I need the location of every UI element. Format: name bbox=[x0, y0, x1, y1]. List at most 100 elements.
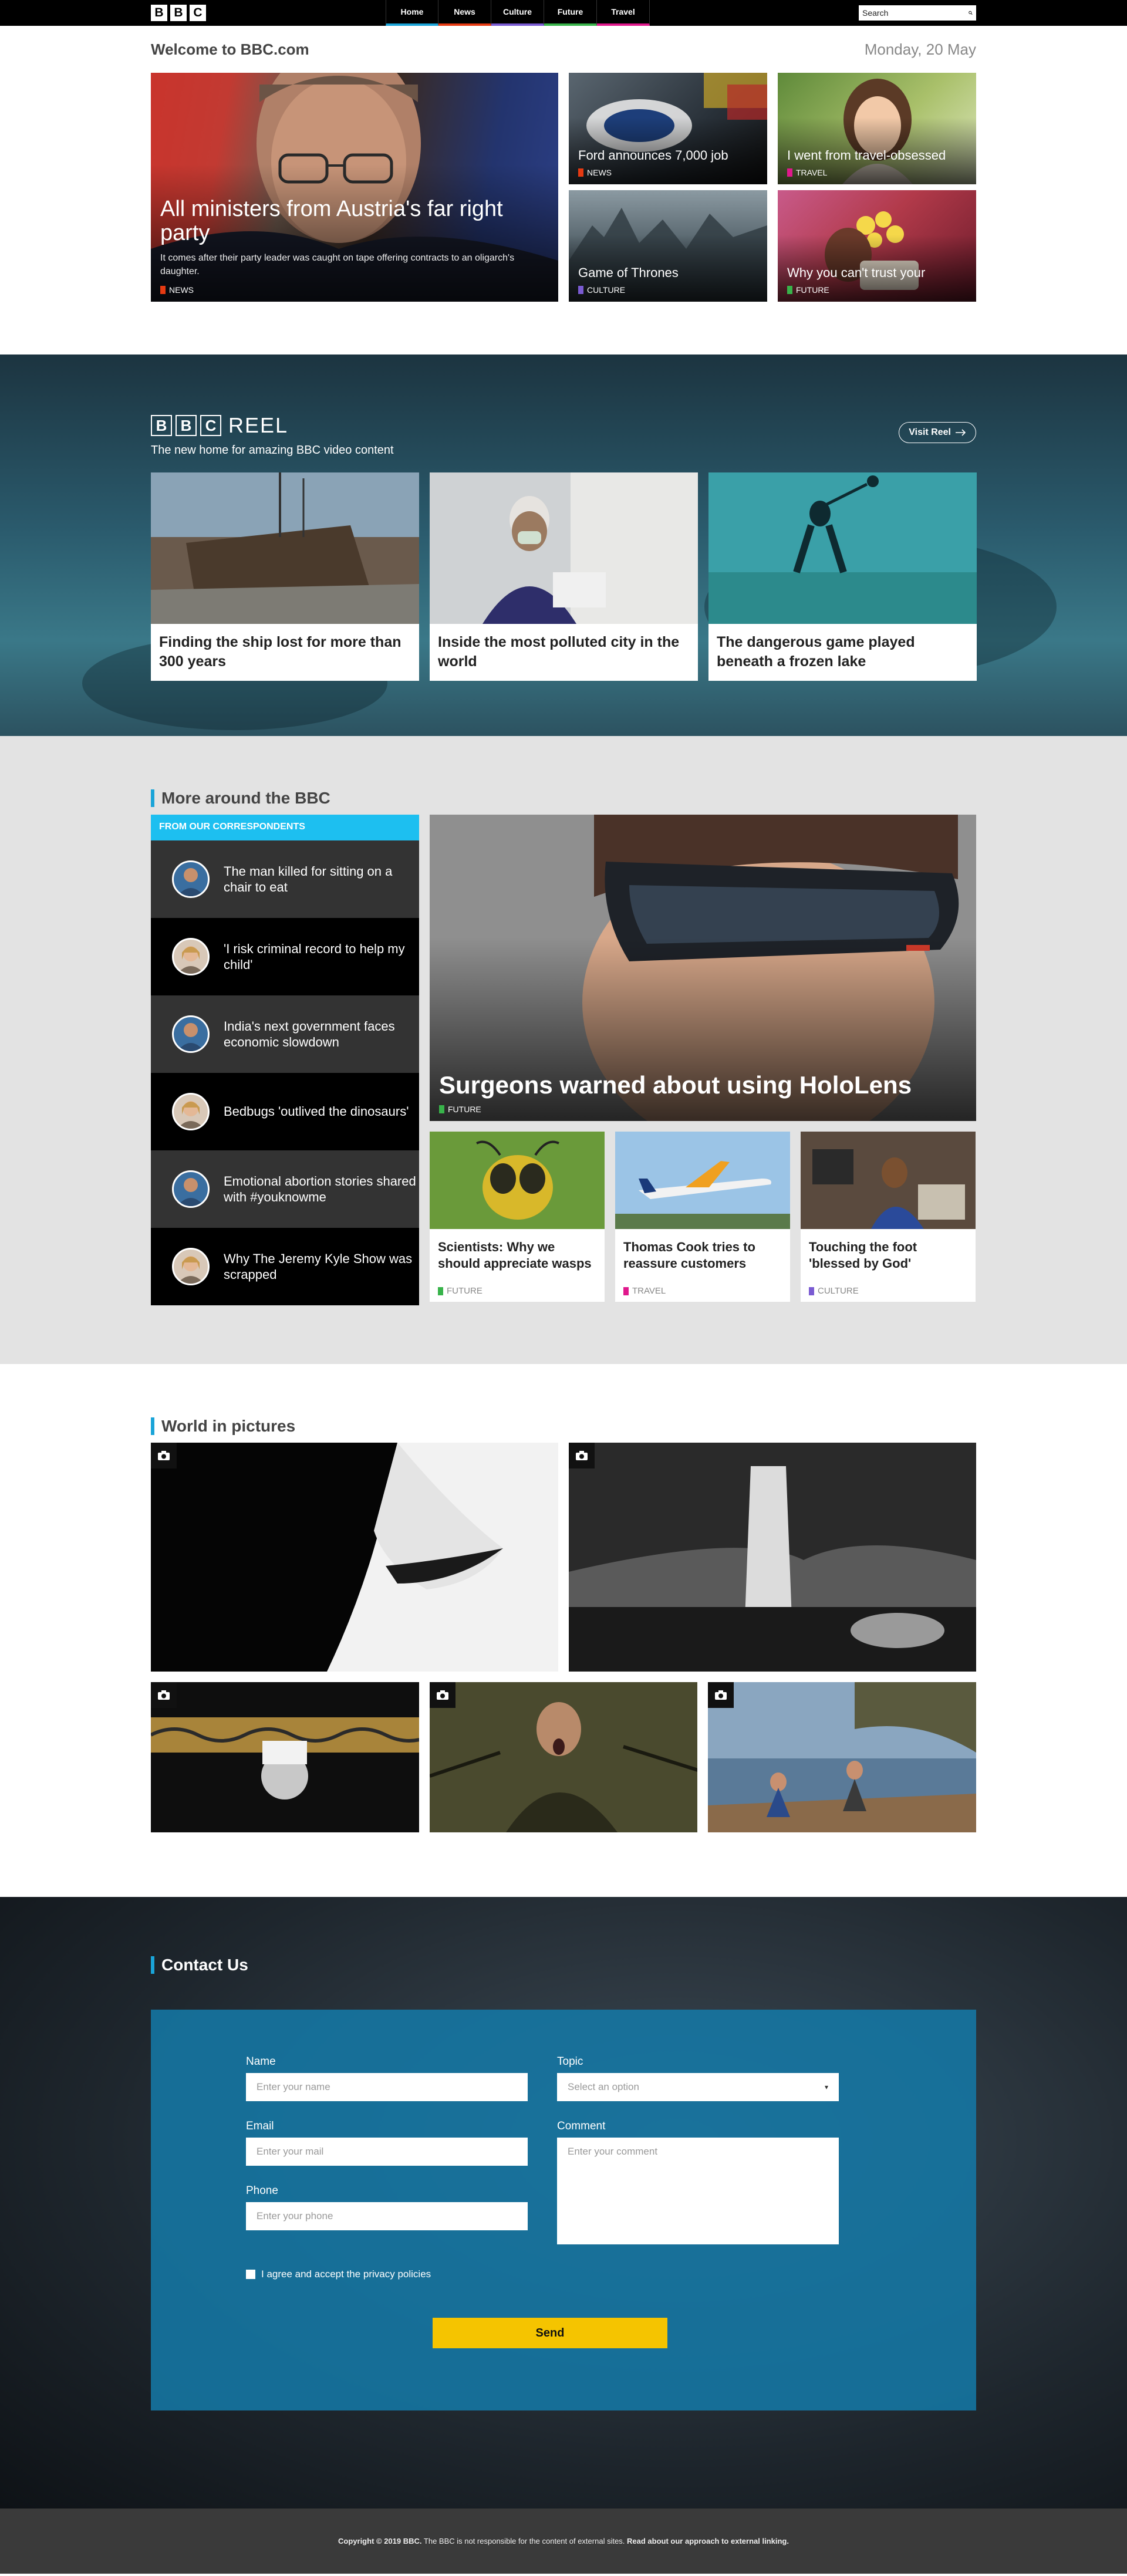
gallery-photo[interactable] bbox=[151, 1682, 419, 1832]
gallery-photo[interactable] bbox=[569, 1443, 976, 1672]
story-image bbox=[801, 1132, 976, 1229]
privacy-label: I agree and accept the privacy policies bbox=[261, 2268, 431, 2280]
topic-select[interactable]: Select an option ▾ bbox=[557, 2073, 839, 2101]
reel-video-card[interactable]: Finding the ship lost for more than 300 … bbox=[151, 472, 419, 681]
reel-video-image bbox=[151, 472, 419, 624]
correspondent-headline: Bedbugs 'outlived the dinosaurs' bbox=[224, 1104, 409, 1119]
avatar bbox=[172, 938, 210, 975]
visit-reel-button[interactable]: Visit Reel bbox=[899, 422, 976, 443]
gallery-image bbox=[151, 1717, 419, 1800]
bbc-reel-logo[interactable]: B B C REEL bbox=[151, 413, 976, 438]
reel-video-card[interactable]: Inside the most polluted city in the wor… bbox=[430, 472, 698, 681]
story-headline: Touching the foot 'blessed by God' bbox=[809, 1240, 917, 1271]
top-bar: B B C Home News Culture Future Travel bbox=[0, 0, 1127, 26]
nav-news[interactable]: News bbox=[438, 0, 491, 26]
welcome-title: Welcome to BBC.com bbox=[151, 40, 309, 58]
avatar bbox=[172, 860, 210, 898]
story-card-ford[interactable]: Ford announces 7,000 job NEWS bbox=[569, 73, 767, 184]
phone-field[interactable] bbox=[246, 2202, 528, 2230]
copyright-text: Copyright © 2019 BBC. bbox=[338, 2537, 422, 2545]
avatar bbox=[172, 1248, 210, 1285]
bbc-logo[interactable]: B B C bbox=[151, 5, 206, 21]
story-tag: CULTURE bbox=[801, 1281, 976, 1301]
story-card-thomas-cook[interactable]: Thomas Cook tries to reassure customers … bbox=[615, 1132, 790, 1302]
story-headline: Why you can't trust your bbox=[787, 265, 926, 280]
story-headline: Thomas Cook tries to reassure customers bbox=[623, 1240, 755, 1271]
correspondent-item[interactable]: India's next government faces economic s… bbox=[151, 995, 419, 1073]
camera-icon bbox=[151, 1682, 177, 1708]
logo-letter: C bbox=[190, 5, 206, 21]
camera-icon bbox=[569, 1443, 595, 1468]
section-title: Contact Us bbox=[151, 1956, 976, 1974]
story-tag: CULTURE bbox=[578, 285, 758, 295]
story-card-travel[interactable]: I went from travel-obsessed TRAVEL bbox=[778, 73, 976, 184]
nav-future[interactable]: Future bbox=[544, 0, 597, 26]
feature-story-headline: Surgeons warned about using HoloLens bbox=[439, 1071, 912, 1099]
external-linking-link[interactable]: Read about our approach to external link… bbox=[627, 2537, 789, 2545]
comment-label: Comment bbox=[557, 2120, 606, 2132]
story-tag: FUTURE bbox=[430, 1281, 605, 1301]
correspondent-item[interactable]: Bedbugs 'outlived the dinosaurs' bbox=[151, 1073, 419, 1150]
feature-story-card[interactable]: Surgeons warned about using HoloLens FUT… bbox=[430, 815, 976, 1121]
disclaimer-text: The BBC is not responsible for the conte… bbox=[421, 2537, 627, 2545]
email-label: Email bbox=[246, 2120, 274, 2132]
logo-letter: B bbox=[170, 5, 187, 21]
reel-subtitle: The new home for amazing BBC video conte… bbox=[151, 444, 394, 457]
date-label: Monday, 20 May bbox=[864, 40, 976, 58]
story-tag: TRAVEL bbox=[615, 1281, 790, 1301]
reel-video-title: Finding the ship lost for more than 300 … bbox=[159, 634, 401, 670]
main-story-card[interactable]: All ministers from Austria's far right p… bbox=[151, 73, 558, 302]
gallery-photo[interactable] bbox=[151, 1443, 558, 1672]
correspondent-item[interactable]: Why The Jeremy Kyle Show was scrapped bbox=[151, 1228, 419, 1305]
story-card-wasps[interactable]: Scientists: Why we should appreciate was… bbox=[430, 1132, 605, 1302]
name-label: Name bbox=[246, 2055, 276, 2068]
correspondent-item[interactable]: Emotional abortion stories shared with #… bbox=[151, 1150, 419, 1228]
correspondent-item[interactable]: 'I risk criminal record to help my child… bbox=[151, 918, 419, 995]
reel-section: B B C REEL The new home for amazing BBC … bbox=[0, 355, 1127, 736]
story-headline: Ford announces 7,000 job bbox=[578, 147, 728, 163]
reel-video-image bbox=[708, 472, 977, 624]
privacy-checkbox[interactable] bbox=[246, 2270, 255, 2279]
world-section: World in pictures bbox=[0, 1364, 1127, 1897]
search-box bbox=[859, 5, 976, 21]
reel-video-image bbox=[430, 472, 698, 624]
arrow-right-icon bbox=[956, 429, 966, 436]
privacy-agreement: I agree and accept the privacy policies bbox=[246, 2268, 854, 2280]
reel-word: REEL bbox=[228, 413, 289, 437]
gallery-image bbox=[708, 1682, 977, 1832]
correspondents-list: FROM OUR CORRESPONDENTS The man killed f… bbox=[151, 815, 419, 1305]
correspondent-headline: India's next government faces economic s… bbox=[224, 1018, 395, 1050]
story-card-future[interactable]: Why you can't trust your FUTURE bbox=[778, 190, 976, 302]
story-image bbox=[430, 1132, 605, 1229]
comment-field[interactable] bbox=[557, 2138, 839, 2244]
gallery-photo[interactable] bbox=[429, 1682, 698, 1832]
correspondent-headline: The man killed for sitting on a chair to… bbox=[224, 863, 393, 895]
story-tag: NEWS bbox=[578, 168, 758, 177]
camera-icon bbox=[708, 1682, 734, 1708]
story-card-thrones[interactable]: Game of Thrones CULTURE bbox=[569, 190, 767, 302]
story-tag: TRAVEL bbox=[787, 168, 967, 177]
name-field[interactable] bbox=[246, 2073, 528, 2101]
story-card-foot[interactable]: Touching the foot 'blessed by God' CULTU… bbox=[801, 1132, 976, 1302]
gallery-image bbox=[569, 1443, 976, 1672]
main-nav: Home News Culture Future Travel bbox=[386, 0, 650, 26]
correspondent-headline: Emotional abortion stories shared with #… bbox=[224, 1173, 416, 1205]
nav-travel[interactable]: Travel bbox=[597, 0, 650, 26]
search-input[interactable] bbox=[862, 8, 969, 18]
story-headline: Game of Thrones bbox=[578, 265, 679, 280]
search-icon[interactable] bbox=[969, 8, 973, 18]
send-button[interactable]: Send bbox=[433, 2318, 667, 2348]
welcome-section: Welcome to BBC.com Monday, 20 May All mi… bbox=[151, 26, 976, 302]
gallery-photo[interactable] bbox=[708, 1682, 977, 1832]
avatar bbox=[172, 1170, 210, 1208]
email-field[interactable] bbox=[246, 2138, 528, 2166]
correspondent-headline: Why The Jeremy Kyle Show was scrapped bbox=[224, 1251, 413, 1282]
reel-video-title: The dangerous game played beneath a froz… bbox=[717, 634, 915, 670]
nav-culture[interactable]: Culture bbox=[491, 0, 544, 26]
reel-video-card[interactable]: The dangerous game played beneath a froz… bbox=[708, 472, 977, 681]
avatar bbox=[172, 1093, 210, 1130]
correspondent-item[interactable]: The man killed for sitting on a chair to… bbox=[151, 840, 419, 918]
logo-letter: B bbox=[151, 5, 167, 21]
nav-home[interactable]: Home bbox=[386, 0, 438, 26]
reel-video-title: Inside the most polluted city in the wor… bbox=[438, 634, 680, 670]
